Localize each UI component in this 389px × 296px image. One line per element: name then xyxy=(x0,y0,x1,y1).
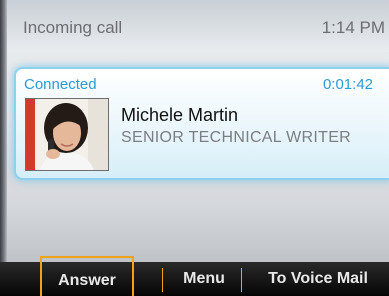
softkey-divider xyxy=(162,268,163,292)
softkey-divider xyxy=(241,268,242,292)
menu-button[interactable]: Menu xyxy=(172,262,236,296)
call-session-card[interactable]: Connected 0:01:42 Michele Martin SENIOR … xyxy=(16,69,389,178)
softkey-bar: Answer Menu To Voice Mail xyxy=(0,256,389,296)
screen-bezel xyxy=(0,0,7,296)
call-duration: 0:01:42 xyxy=(322,76,373,93)
status-title: Incoming call xyxy=(23,18,123,37)
status-bar: Incoming call 1:14 PM xyxy=(7,0,389,52)
caller-job-title: SENIOR TECHNICAL WRITER xyxy=(121,129,352,146)
caller-name: Michele Martin xyxy=(121,105,239,125)
answer-button[interactable]: Answer xyxy=(40,256,134,296)
caller-avatar xyxy=(25,98,109,171)
voicemail-button[interactable]: To Voice Mail xyxy=(247,262,389,296)
call-status: Connected xyxy=(24,76,97,93)
status-time: 1:14 PM xyxy=(321,18,385,37)
contact-photo-icon xyxy=(26,99,108,170)
phone-screen: Incoming call 1:14 PM Connected 0:01:42 … xyxy=(0,0,389,296)
